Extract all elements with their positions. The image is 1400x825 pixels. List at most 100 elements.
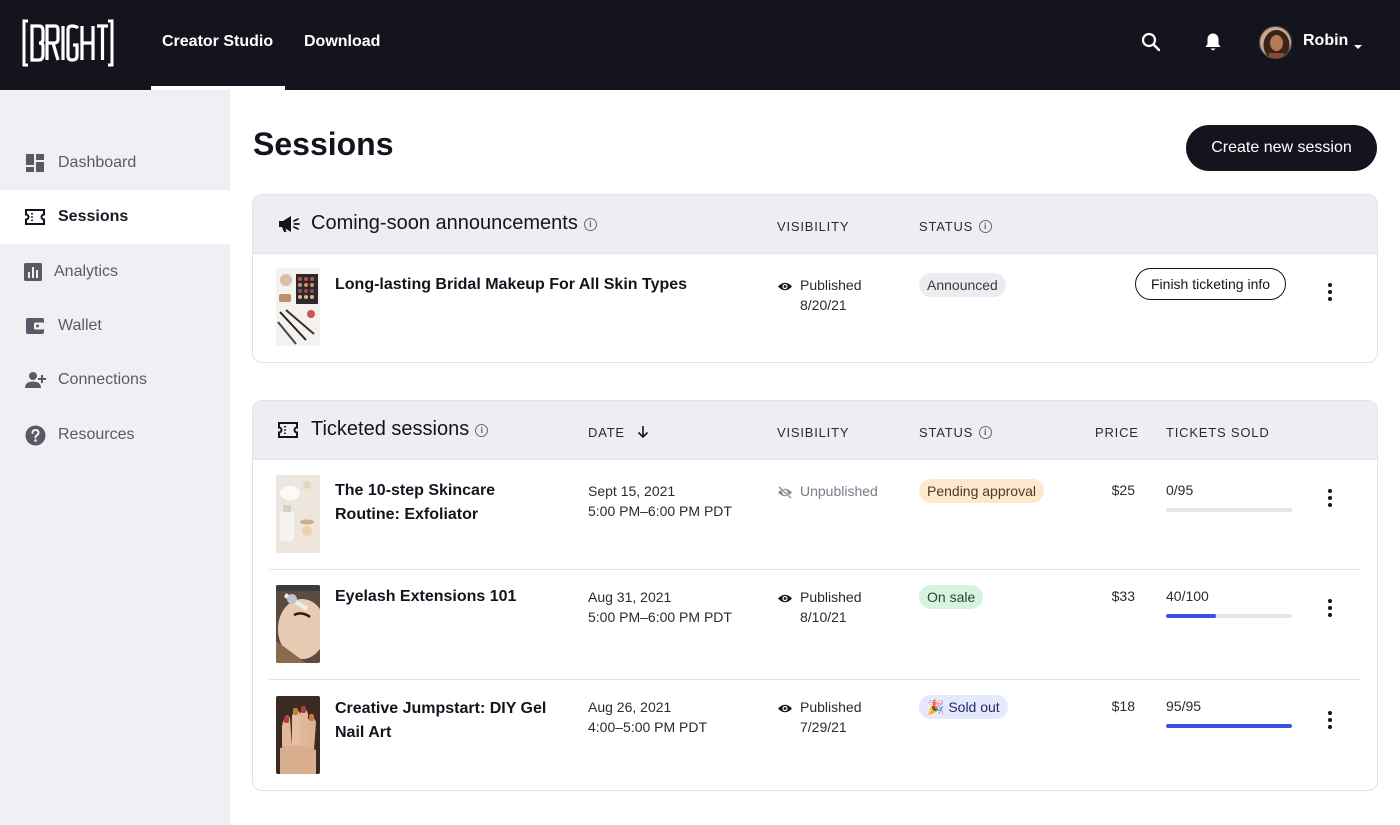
- table-row[interactable]: Long-lasting Bridal Makeup For All Skin …: [253, 254, 1377, 362]
- column-header-status: STATUS i: [919, 219, 993, 234]
- sidebar-item-label: Resources: [58, 426, 135, 443]
- sidebar-item-dashboard[interactable]: Dashboard: [0, 136, 230, 190]
- sidebar-item-wallet[interactable]: Wallet: [0, 299, 230, 353]
- column-header-tickets-sold: TICKETS SOLD: [1166, 425, 1270, 440]
- info-icon[interactable]: i: [583, 218, 597, 231]
- session-thumbnail: [276, 268, 320, 346]
- visibility-label: Published: [800, 589, 862, 605]
- visibility-label: Unpublished: [800, 483, 878, 499]
- wallet-icon: [24, 315, 46, 337]
- info-icon[interactable]: i: [475, 424, 489, 437]
- eye-icon: [777, 700, 793, 713]
- sidebar-item-label: Dashboard: [58, 154, 137, 171]
- session-title[interactable]: Long-lasting Bridal Makeup For All Skin …: [335, 273, 735, 297]
- create-new-session-button[interactable]: Create new session: [1186, 125, 1377, 171]
- session-date-value: Aug 26, 2021: [588, 699, 672, 715]
- sidebar-item-sessions[interactable]: Sessions: [0, 190, 230, 244]
- status-badge: Pending approval: [919, 479, 1044, 503]
- column-header-date[interactable]: DATE: [588, 425, 649, 442]
- session-time-value: 4:00–5:00 PM PDT: [588, 719, 708, 735]
- help-icon: [24, 424, 46, 446]
- session-thumbnail: [276, 585, 320, 663]
- session-title[interactable]: Eyelash Extensions 101: [335, 585, 555, 609]
- session-date-value: Aug 31, 2021: [588, 589, 672, 605]
- session-price: $18: [1111, 698, 1135, 714]
- more-options-icon[interactable]: [1320, 280, 1340, 304]
- tickets-progress-bar: [1166, 508, 1292, 512]
- info-icon[interactable]: i: [979, 426, 993, 439]
- more-options-icon[interactable]: [1320, 708, 1340, 732]
- chevron-down-icon[interactable]: [1353, 38, 1363, 49]
- tickets-sold: 0/95: [1166, 482, 1194, 498]
- session-price: $33: [1111, 588, 1135, 604]
- sidebar-item-resources[interactable]: Resources: [0, 408, 230, 462]
- table-row[interactable]: Creative Jumpstart: DIY Gel Nail Art Aug…: [253, 680, 1377, 790]
- visibility-date: 8/10/21: [800, 609, 847, 625]
- column-header-status-text: STATUS: [919, 219, 974, 234]
- sidebar-item-label: Wallet: [58, 317, 102, 334]
- session-time-value: 5:00 PM–6:00 PM PDT: [588, 609, 732, 625]
- session-thumbnail: [276, 475, 320, 553]
- visibility-label: Published: [800, 699, 862, 715]
- sidebar-item-analytics[interactable]: Analytics: [0, 245, 230, 299]
- session-title[interactable]: The 10-step Skincare Routine: Exfoliator: [335, 479, 555, 527]
- ticketed-sessions-title-text: Ticketed sessions: [311, 418, 470, 440]
- megaphone-icon: [277, 213, 301, 235]
- more-options-icon[interactable]: [1320, 486, 1340, 510]
- tickets-progress-bar: [1166, 614, 1292, 618]
- column-header-visibility: VISIBILITY: [777, 425, 850, 440]
- bright-logo[interactable]: [22, 18, 114, 68]
- eye-icon: [777, 590, 793, 603]
- announcements-header: Coming-soon announcements i VISIBILITY ST…: [253, 195, 1377, 254]
- visibility-status: Unpublished: [777, 481, 878, 501]
- more-options-icon[interactable]: [1320, 596, 1340, 620]
- user-name[interactable]: Robin: [1303, 32, 1348, 50]
- announcements-title-text: Coming-soon announcements: [311, 212, 578, 234]
- search-icon[interactable]: [1140, 31, 1162, 53]
- status-badge: 🎉 Sold out: [919, 695, 1008, 719]
- page-title: Sessions: [253, 126, 394, 162]
- visibility-label: Published: [800, 277, 862, 293]
- sidebar-item-connections[interactable]: Connections: [0, 353, 230, 407]
- session-time-value: 5:00 PM–6:00 PM PDT: [588, 503, 732, 519]
- tab-creator-studio[interactable]: Creator Studio: [150, 0, 286, 90]
- sidebar-item-label: Analytics: [54, 263, 119, 280]
- session-date: Aug 31, 2021 5:00 PM–6:00 PM PDT: [588, 587, 732, 627]
- ticket-icon: [24, 206, 46, 228]
- tickets-sold: 95/95: [1166, 698, 1202, 714]
- dashboard-icon: [24, 152, 46, 174]
- ticketed-sessions-title: Ticketed sessions i: [311, 418, 489, 441]
- sidebar: Dashboard Sessions Analytics Wallet Conn…: [0, 90, 230, 825]
- table-row[interactable]: The 10-step Skincare Routine: Exfoliator…: [253, 460, 1377, 570]
- session-date-value: Sept 15, 2021: [588, 483, 676, 499]
- tickets-progress-bar: [1166, 724, 1292, 728]
- sidebar-item-label: Connections: [58, 371, 147, 388]
- column-header-price: PRICE: [1095, 425, 1139, 440]
- column-header-status-text: STATUS: [919, 425, 974, 440]
- column-header-date-text: DATE: [588, 425, 625, 440]
- announcements-card: Coming-soon announcements i VISIBILITY ST…: [252, 194, 1378, 363]
- visibility-status: Published 8/20/21: [777, 275, 862, 315]
- arrow-down-icon[interactable]: [637, 425, 649, 442]
- info-icon[interactable]: i: [979, 220, 993, 233]
- status-badge: Announced: [919, 273, 1006, 297]
- bell-icon[interactable]: [1202, 31, 1224, 53]
- session-price: $25: [1111, 482, 1135, 498]
- ticket-icon: [277, 419, 301, 441]
- column-header-status: STATUS i: [919, 425, 993, 440]
- top-bar: Creator Studio Download Robin: [0, 0, 1400, 90]
- finish-ticketing-info-button[interactable]: Finish ticketing info: [1135, 268, 1287, 300]
- session-date: Sept 15, 2021 5:00 PM–6:00 PM PDT: [588, 481, 732, 521]
- visibility-status: Published 7/29/21: [777, 697, 862, 737]
- avatar[interactable]: [1259, 26, 1292, 59]
- visibility-date: 7/29/21: [800, 719, 847, 735]
- session-thumbnail: [276, 696, 320, 774]
- table-row[interactable]: Eyelash Extensions 101 Aug 31, 2021 5:00…: [253, 570, 1377, 680]
- session-title[interactable]: Creative Jumpstart: DIY Gel Nail Art: [335, 697, 555, 745]
- add-person-icon: [24, 369, 46, 391]
- tab-download[interactable]: Download: [304, 0, 380, 90]
- column-header-visibility: VISIBILITY: [777, 219, 850, 234]
- ticketed-sessions-card: Ticketed sessions i DATE VISIBILITY STATU…: [252, 400, 1378, 791]
- session-date: Aug 26, 2021 4:00–5:00 PM PDT: [588, 697, 707, 737]
- tickets-sold: 40/100: [1166, 588, 1209, 604]
